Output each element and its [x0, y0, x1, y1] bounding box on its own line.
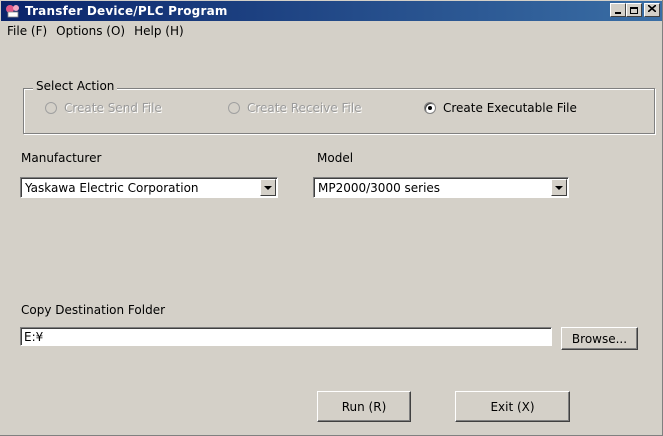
- radio-create-send-file-label: Create Send File: [64, 101, 162, 115]
- radio-create-receive-file-label: Create Receive File: [247, 101, 362, 115]
- select-action-label: Select Action: [33, 79, 118, 93]
- window-title: Transfer Device/PLC Program: [25, 4, 228, 18]
- menu-options[interactable]: Options (O): [53, 24, 131, 38]
- radio-create-send-file[interactable]: Create Send File: [45, 101, 162, 115]
- model-dropdown[interactable]: MP2000/3000 series: [313, 177, 569, 198]
- minimize-icon: [615, 12, 621, 14]
- copy-destination-label: Copy Destination Folder: [21, 303, 166, 317]
- radio-selected-icon: [424, 102, 436, 114]
- model-value: MP2000/3000 series: [318, 180, 441, 195]
- radio-create-executable-file[interactable]: Create Executable File: [424, 101, 577, 115]
- radio-circle-icon: [228, 102, 240, 114]
- menu-help[interactable]: Help (H): [131, 24, 190, 38]
- menu-file[interactable]: File (F): [4, 24, 53, 38]
- radio-create-receive-file[interactable]: Create Receive File: [228, 101, 362, 115]
- transfer-window: Transfer Device/PLC Program File (F) Opt…: [0, 0, 663, 436]
- maximize-button[interactable]: [626, 3, 642, 17]
- manufacturer-dropdown[interactable]: Yaskawa Electric Corporation: [20, 177, 278, 198]
- close-button[interactable]: [644, 3, 660, 17]
- transfer-app-icon: [5, 3, 21, 19]
- manufacturer-label: Manufacturer: [21, 151, 102, 165]
- chevron-down-icon[interactable]: [260, 179, 276, 196]
- minimize-button[interactable]: [610, 3, 626, 17]
- title-bar[interactable]: Transfer Device/PLC Program: [1, 1, 662, 21]
- maximize-icon: [630, 6, 638, 14]
- exit-button[interactable]: Exit (X): [455, 391, 570, 422]
- manufacturer-value: Yaskawa Electric Corporation: [25, 180, 199, 195]
- run-button[interactable]: Run (R): [317, 391, 411, 422]
- radio-circle-icon: [45, 102, 57, 114]
- copy-destination-input[interactable]: E:¥: [20, 327, 552, 346]
- chevron-down-icon[interactable]: [551, 179, 567, 196]
- close-icon: [647, 4, 657, 15]
- browse-button[interactable]: Browse...: [561, 327, 638, 350]
- model-label: Model: [317, 151, 354, 165]
- menu-bar: File (F) Options (O) Help (H): [1, 21, 662, 40]
- radio-create-executable-file-label: Create Executable File: [443, 101, 577, 115]
